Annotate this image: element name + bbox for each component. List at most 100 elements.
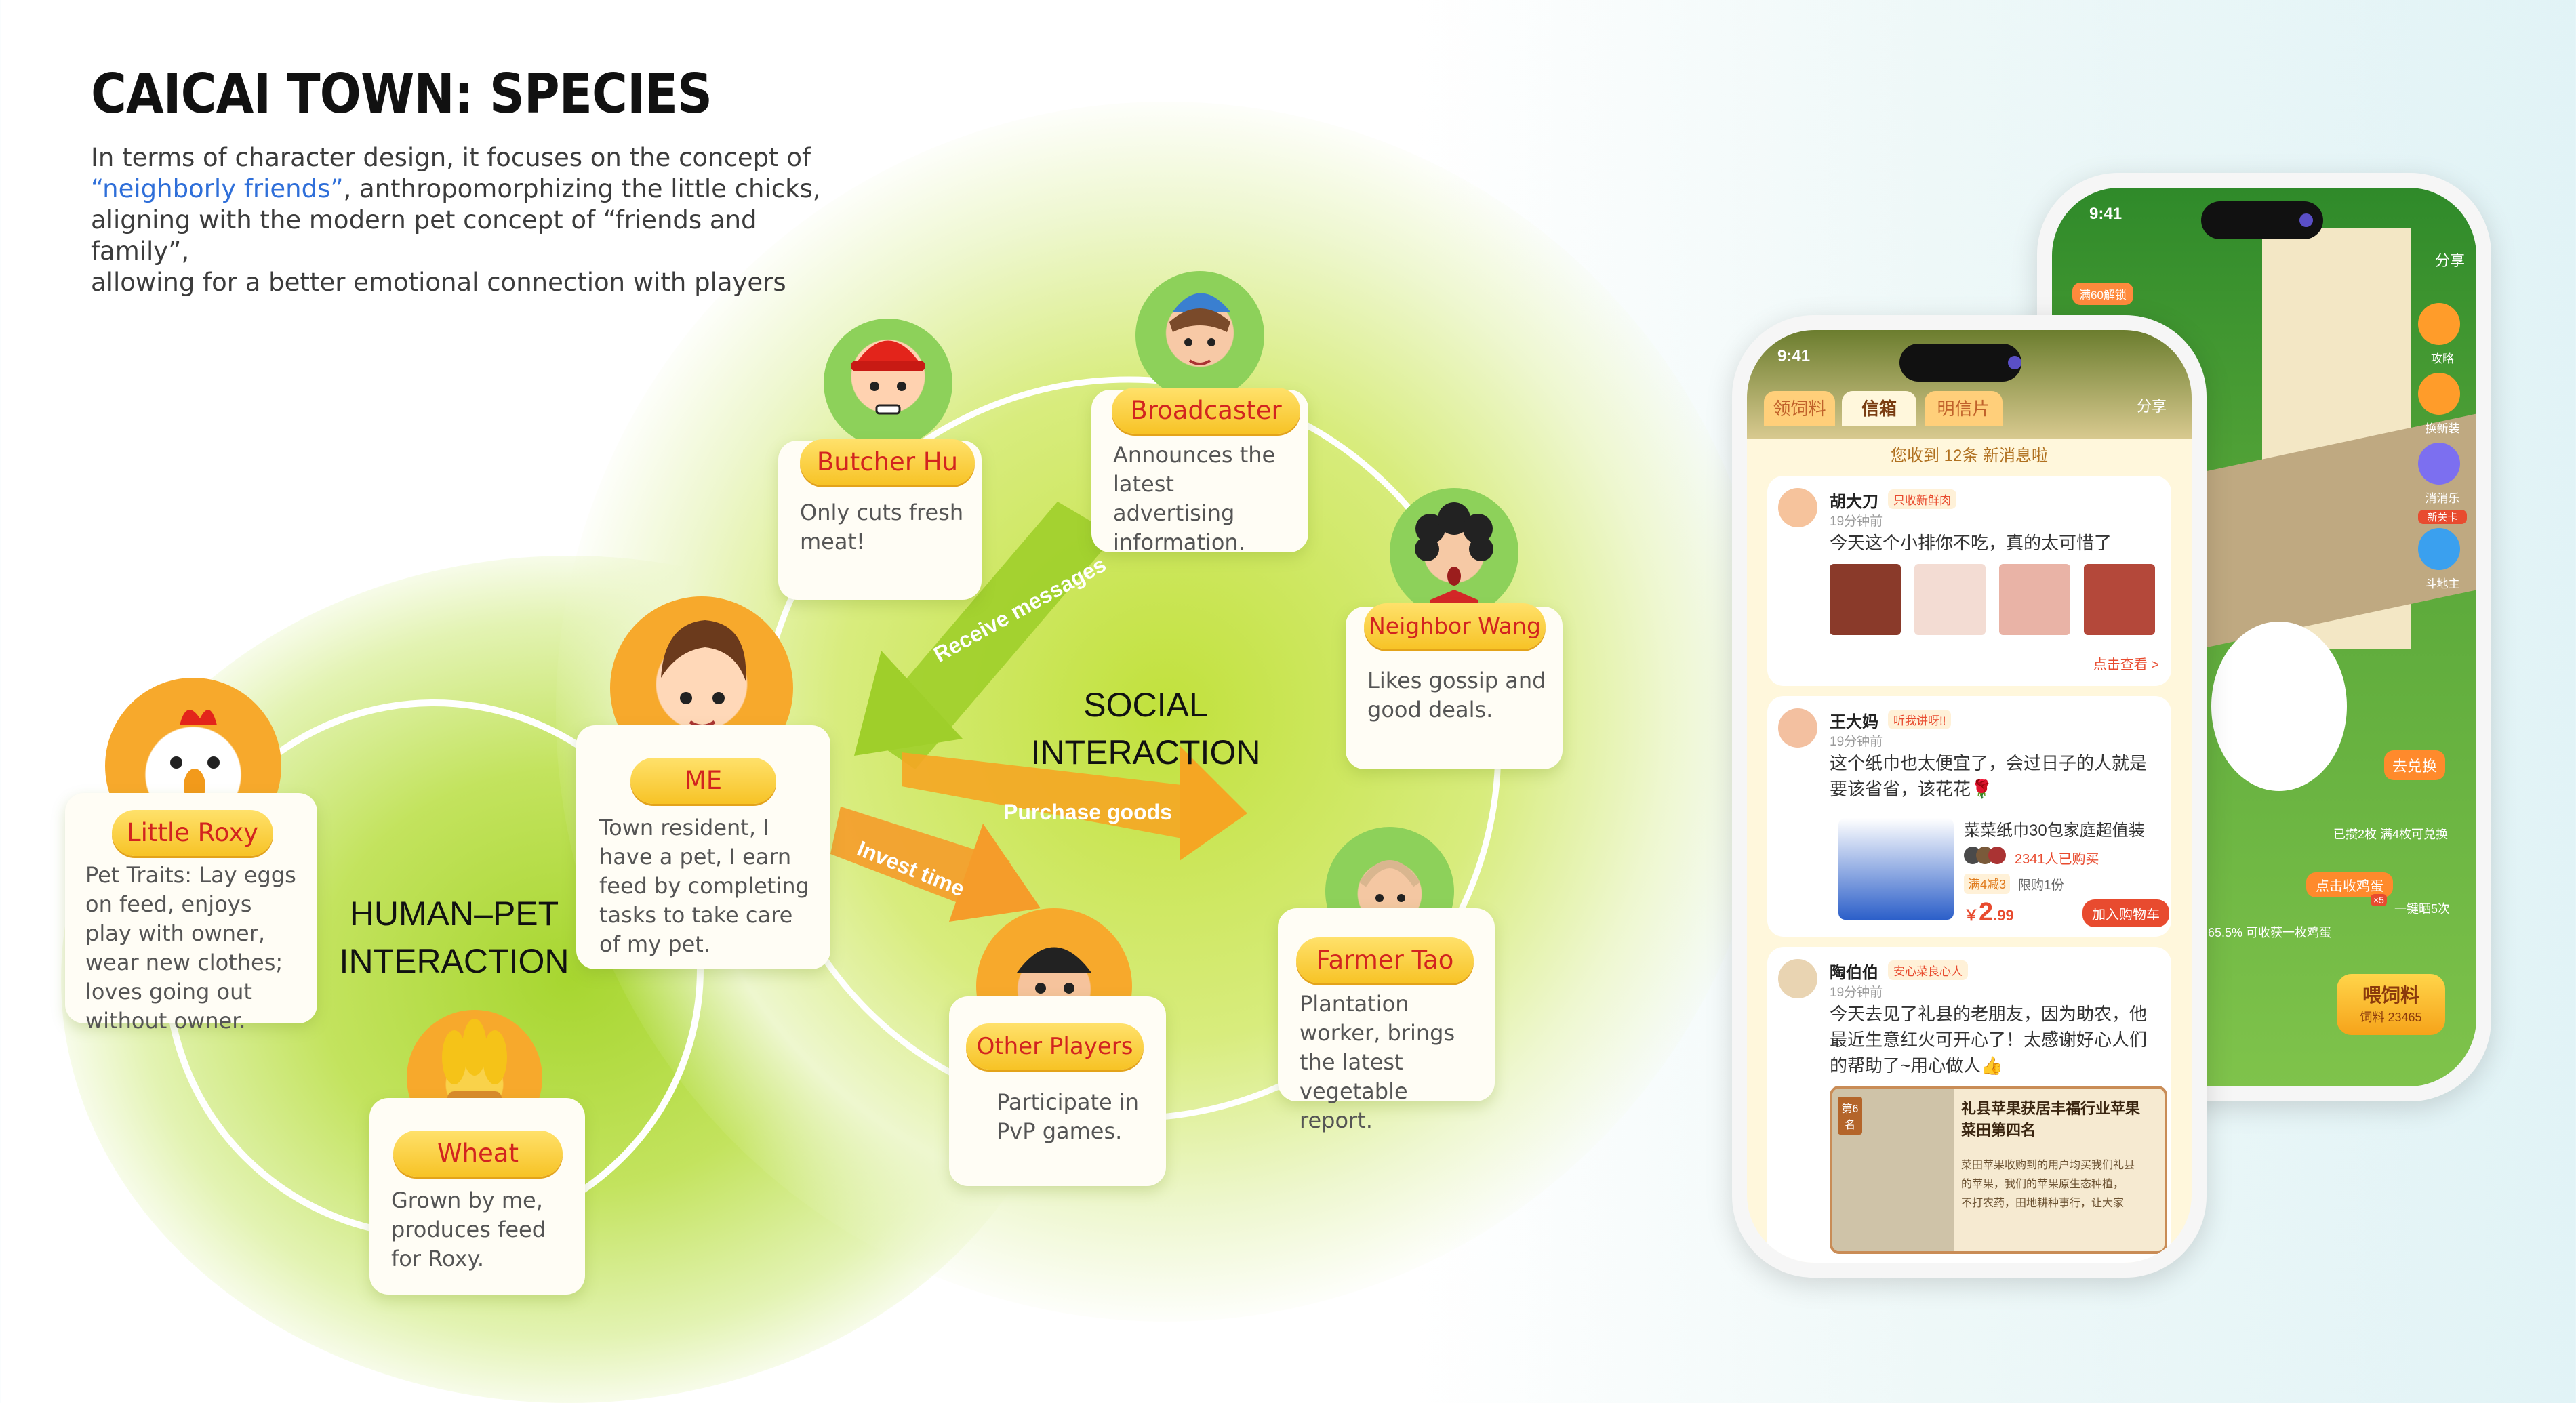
feed-count: 饲料 23465	[2360, 1011, 2422, 1024]
meat-photo-4[interactable]	[2084, 564, 2155, 635]
butcher-hu-desc: Only cuts fresh meat!	[800, 500, 964, 554]
exchange-button[interactable]: 去兑换	[2384, 750, 2446, 780]
rank-badge: 第6名	[1838, 1097, 1862, 1135]
progress-text: 65.5% 可收获一枚鸡蛋	[2208, 926, 2332, 939]
neighbor-wang-desc: Likes gossip and good deals.	[1367, 668, 1546, 723]
post-butcher[interactable]: 胡大刀 只收新鲜肉 19分钟前 今天这个小排你不吃，真的太可惜了 点击查看 >	[1767, 476, 2171, 686]
price-integer: 2	[1979, 898, 1994, 927]
post-text-line-2: 要该省省，该花花🌹	[1830, 779, 1993, 799]
post-time: 19分钟前	[1830, 985, 1883, 1000]
tab-mailbox[interactable]: 信箱	[1842, 391, 1916, 426]
wheat-card: Grown by me, produces feed for Roxy.	[369, 1098, 585, 1295]
post-text-line-2: 最近生意红火可开心了！太感谢好心人们	[1830, 1030, 2148, 1050]
little-roxy-name: Little Roxy	[112, 810, 273, 856]
match-game-label: 消消乐	[2425, 492, 2460, 505]
match-game-icon[interactable]	[2418, 443, 2460, 485]
intro-line-4: allowing for a better emotional connecti…	[91, 268, 786, 297]
pet-chicken[interactable]	[2211, 622, 2347, 791]
little-roxy-desc: Pet Traits: Lay eggs on feed, enjoys pla…	[85, 862, 296, 1034]
post-avatar	[1778, 488, 1817, 527]
message-banner: 您收到 12条 新消息啦	[1890, 447, 2049, 465]
promo-badge: 满4减3	[1964, 874, 2011, 894]
egg-info: 已攒2枚 满4枚可兑换	[2333, 828, 2449, 841]
neighbor-wang-avatar	[1390, 488, 1518, 617]
tissue-product-image[interactable]	[1838, 818, 1954, 920]
phone-front-screen: 9:41 分享 领饲料 信箱 明信片 您收到 12条 新消息啦 胡大刀 只收新鲜…	[1747, 330, 2192, 1263]
news-body-1: 菜田苹果收购到的用户均买我们礼县	[1961, 1160, 2135, 1171]
side-buttons: 攻略 换新装 消消乐 新关卡 斗地主	[2418, 303, 2467, 591]
meat-photo-1[interactable]	[1830, 564, 1901, 635]
post-tag: 听我讲呀!!	[1888, 710, 1952, 729]
news-body-3: 不打农药，田地耕种事行，让大家	[1961, 1198, 2125, 1209]
me-desc: Town resident, I have a pet, I earn feed…	[599, 815, 809, 957]
guide-label: 攻略	[2431, 352, 2454, 365]
view-more-link[interactable]: 点击查看 >	[2093, 653, 2159, 673]
purchase-goods-label: Purchase goods	[1003, 800, 1172, 824]
post-avatar	[1778, 959, 1817, 998]
post-auntie-wang[interactable]: 王大妈 听我讲呀!! 19分钟前 这个纸巾也太便宜了，会过日子的人就是 要该省省…	[1767, 696, 2171, 937]
post-tag: 只收新鲜肉	[1888, 489, 1956, 509]
price-symbol: ￥	[1964, 907, 1979, 924]
other-players-desc: Participate in PvP games.	[997, 1089, 1140, 1144]
post-uncle-tao[interactable]: 陶伯伯 安心菜良心人 19分钟前 今天去见了礼县的老朋友，因为助农，他 最近生意…	[1767, 947, 2171, 1263]
wheat-desc: Grown by me, produces feed for Roxy.	[391, 1187, 546, 1272]
post-username: 王大妈	[1830, 713, 1878, 731]
buyer-avatars	[1964, 847, 2011, 866]
post-text-line-1: 今天去见了礼县的老朋友，因为助农，他	[1830, 1004, 2148, 1024]
news-clipping[interactable]: 第6名 礼县苹果获居丰福行业苹果 菜田第四名 菜田苹果收购到的用户均买我们礼县 …	[1830, 1086, 2167, 1254]
post-time: 19分钟前	[1830, 735, 1883, 749]
buyers-count: 2341人已购买	[2015, 852, 2099, 867]
news-body-2: 的苹果，我们的苹果原生态种植，	[1961, 1179, 2125, 1190]
outfit-label: 换新装	[2425, 422, 2460, 435]
intro-highlight: “neighborly friends”	[91, 174, 344, 203]
outfit-icon[interactable]	[2418, 373, 2460, 415]
me-name: ME	[630, 758, 776, 804]
front-camera	[2008, 356, 2021, 369]
news-subtitle: 菜田第四名	[1961, 1122, 2036, 1139]
post-tag: 安心菜良心人	[1888, 960, 1968, 980]
back-camera	[2299, 214, 2313, 227]
wheat-name: Wheat	[393, 1131, 563, 1177]
back-share[interactable]: 分享	[2435, 249, 2465, 270]
butcher-hu-name: Butcher Hu	[800, 439, 975, 485]
post-username: 陶伯伯	[1830, 964, 1878, 982]
page-title: CAICAI TOWN: SPECIES	[91, 62, 712, 125]
purchase-limit: 限购1份	[2018, 878, 2064, 893]
landlord-icon[interactable]	[2418, 528, 2460, 570]
post-text-line-3: 的帮助了~用心做人👍	[1830, 1055, 2003, 1076]
post-avatar	[1778, 708, 1817, 748]
front-dynamic-island	[1899, 344, 2021, 382]
broadcaster-name: Broadcaster	[1112, 388, 1300, 434]
intro-line-1: In terms of character design, it focuses…	[91, 143, 811, 172]
tab-postcard[interactable]: 明信片	[1925, 391, 2003, 426]
farmer-tao-desc: Plantation worker, brings the latest veg…	[1300, 991, 1455, 1133]
guide-icon[interactable]	[2418, 303, 2460, 345]
intro-line-3: aligning with the modern pet concept of …	[91, 205, 757, 266]
post-text: 今天这个小排你不吃，真的太可惜了	[1830, 533, 2112, 553]
neighbor-wang-name: Neighbor Wang	[1364, 603, 1546, 649]
price-decimal: .99	[1993, 907, 2014, 924]
broadcaster-desc: Announces the latest advertising informa…	[1113, 442, 1276, 555]
meat-photo-3[interactable]	[1999, 564, 2070, 635]
broadcaster-avatar	[1135, 271, 1264, 400]
news-body: 菜田苹果收购到的用户均买我们礼县 的苹果，我们的苹果原生态种植， 不打农药，田地…	[1961, 1156, 2135, 1213]
times-five-badge: ×5	[2371, 894, 2387, 906]
post-username: 胡大刀	[1830, 493, 1878, 511]
farmer-tao-name: Farmer Tao	[1296, 937, 1474, 983]
post-text-line-1: 这个纸巾也太便宜了，会过日子的人就是	[1830, 753, 2148, 773]
back-status-time: 9:41	[2089, 205, 2122, 223]
phone-front: 9:41 分享 领饲料 信箱 明信片 您收到 12条 新消息啦 胡大刀 只收新鲜…	[1732, 315, 2207, 1278]
meat-photo-2[interactable]	[1914, 564, 1986, 635]
other-players-name: Other Players	[966, 1023, 1144, 1070]
tab-feed[interactable]: 领饲料	[1764, 391, 1835, 426]
feed-label: 喂饲料	[2362, 985, 2419, 1006]
sun-countdown: 一键晒5次	[2394, 902, 2451, 916]
price: ￥2.99	[1964, 898, 2014, 927]
social-interaction-label: SOCIAL INTERACTION	[1030, 686, 1261, 771]
front-status-time: 9:41	[1777, 347, 1811, 365]
unlock-badge: 满60解锁	[2072, 283, 2133, 305]
product-title: 菜菜纸巾30包家庭超值装	[1964, 821, 2145, 840]
feed-button[interactable]: 喂饲料 饲料 23465	[2337, 974, 2445, 1035]
add-to-cart-button[interactable]: 加入购物车	[2082, 899, 2169, 927]
new-level-badge: 新关卡	[2418, 510, 2467, 524]
